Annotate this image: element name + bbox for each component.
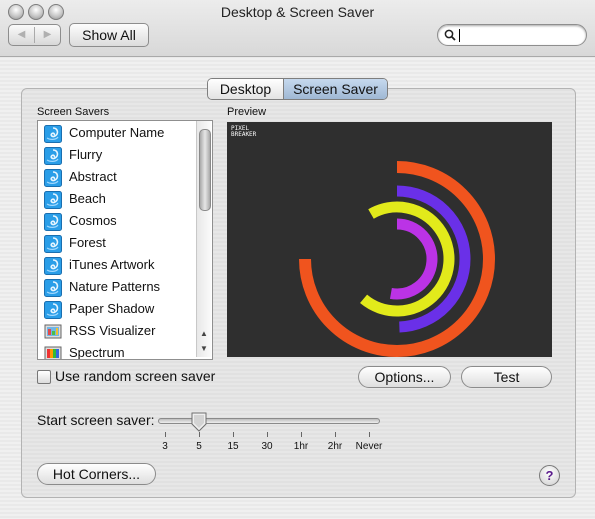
slider-tick <box>233 432 234 437</box>
list-item-label: Beach <box>69 191 106 206</box>
random-screen-saver-checkbox[interactable] <box>37 370 51 384</box>
list-item-label: Paper Shadow <box>69 301 155 316</box>
list-item[interactable]: Forest <box>38 232 198 254</box>
options-button[interactable]: Options... <box>358 366 451 388</box>
test-button[interactable]: Test <box>461 366 552 388</box>
list-item-label: Forest <box>69 235 106 250</box>
list-item[interactable]: Spectrum <box>38 342 198 360</box>
start-screen-saver-label: Start screen saver: <box>37 412 155 428</box>
list-item-label: iTunes Artwork <box>69 257 155 272</box>
slider-tick <box>267 432 268 437</box>
scroll-up-icon[interactable]: ▲ <box>197 327 211 340</box>
list-item-label: Computer Name <box>69 125 165 140</box>
list-scrollbar[interactable]: ▲ ▼ <box>196 121 211 357</box>
swirl-icon <box>44 125 62 143</box>
start-slider-thumb[interactable] <box>191 412 207 432</box>
list-item-label: Nature Patterns <box>69 279 161 294</box>
search-input[interactable] <box>458 27 578 42</box>
swirl-icon <box>44 257 62 275</box>
tab-screen-saver[interactable]: Screen Saver <box>284 79 387 99</box>
search-field[interactable] <box>437 24 587 46</box>
back-arrow-icon[interactable]: ◀ <box>9 25 34 45</box>
purple-ring <box>389 218 438 300</box>
swirl-icon <box>44 279 62 297</box>
list-item[interactable]: Abstract <box>38 166 198 188</box>
preferences-window: Desktop & Screen Saver ◀ ▶ Show All Desk… <box>0 0 595 519</box>
spectrum-icon <box>44 346 62 359</box>
list-item[interactable]: Flurry <box>38 144 198 166</box>
toolbar: Desktop & Screen Saver ◀ ▶ Show All <box>0 0 595 57</box>
show-all-button[interactable]: Show All <box>69 23 149 47</box>
list-item-label: Cosmos <box>69 213 117 228</box>
swirl-icon <box>44 147 62 165</box>
help-icon[interactable]: ? <box>539 465 560 486</box>
list-item-label: Flurry <box>69 147 103 162</box>
text-caret <box>459 29 460 42</box>
slider-tick <box>301 432 302 437</box>
list-item[interactable]: iTunes Artwork <box>38 254 198 276</box>
slider-tick <box>369 432 370 437</box>
screen-savers-header: Screen Savers <box>37 106 110 118</box>
slider-tick <box>165 432 166 437</box>
rss-visualizer-icon <box>44 324 62 339</box>
hot-corners-button[interactable]: Hot Corners... <box>37 463 156 485</box>
list-item[interactable]: RSS Visualizer <box>38 320 198 342</box>
back-forward-group: ◀ ▶ <box>8 24 61 46</box>
window-title: Desktop & Screen Saver <box>220 4 375 20</box>
search-icon <box>444 29 456 41</box>
list-item[interactable]: Paper Shadow <box>38 298 198 320</box>
scroll-down-icon[interactable]: ▼ <box>197 342 211 355</box>
screen-saver-preview: PIXEL BREAKER <box>227 122 552 357</box>
list-item-label: Spectrum <box>69 345 125 360</box>
preview-rings <box>299 161 495 357</box>
swirl-icon <box>44 169 62 187</box>
forward-arrow-icon[interactable]: ▶ <box>35 25 60 45</box>
random-screen-saver-label: Use random screen saver <box>55 368 216 384</box>
tab-desktop[interactable]: Desktop <box>208 79 284 99</box>
tab-bar: Desktop Screen Saver <box>207 78 388 100</box>
swirl-icon <box>44 191 62 209</box>
swirl-icon <box>44 235 62 253</box>
screen-saver-list[interactable]: Computer Name Flurry Abstract Beach Cosm… <box>37 120 213 360</box>
list-item[interactable]: Beach <box>38 188 198 210</box>
preview-header: Preview <box>227 106 267 118</box>
slider-tick-label: Never <box>355 441 383 452</box>
swirl-icon <box>44 301 62 319</box>
slider-tick <box>199 432 200 437</box>
list-item[interactable]: Cosmos <box>38 210 198 232</box>
list-item-label: RSS Visualizer <box>69 323 156 338</box>
slider-tick <box>335 432 336 437</box>
list-item-label: Abstract <box>69 169 117 184</box>
list-item[interactable]: Nature Patterns <box>38 276 198 298</box>
list-item[interactable]: Computer Name <box>38 122 198 144</box>
scroll-thumb[interactable] <box>199 129 211 211</box>
swirl-icon <box>44 213 62 231</box>
